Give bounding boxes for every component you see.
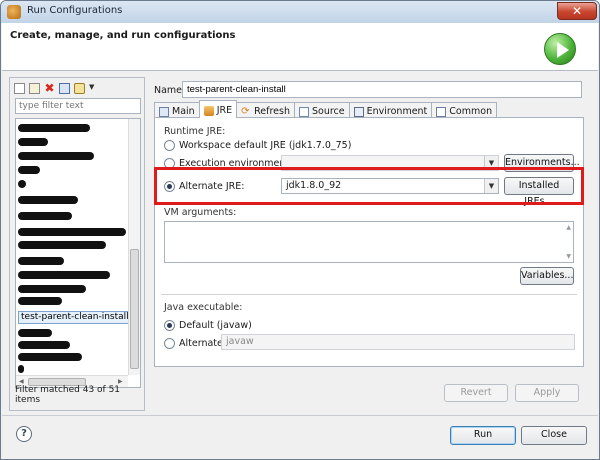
tab-label: Source <box>311 106 345 117</box>
vertical-scroll-thumb[interactable] <box>130 249 139 369</box>
tab-source[interactable]: Source <box>293 102 350 118</box>
window-close-button[interactable]: ✕ <box>557 2 597 20</box>
tab-jre[interactable]: JRE <box>198 100 238 118</box>
apply-button[interactable]: Apply <box>515 384 579 402</box>
close-button[interactable]: Close <box>521 426 587 445</box>
configuration-tree[interactable]: test-parent-clean-install ◀ ▶ <box>15 118 141 388</box>
chevron-down-icon[interactable]: ▼ <box>89 83 96 94</box>
eclipse-app-icon <box>7 5 21 19</box>
jre-tab-icon <box>203 105 214 116</box>
common-tab-icon <box>436 106 447 117</box>
tab-refresh[interactable]: ⟳ Refresh <box>236 102 295 118</box>
tab-common[interactable]: Common <box>431 102 498 118</box>
java-executable-group-title: Java executable: <box>164 302 243 313</box>
workspace-default-label[interactable]: Workspace default JRE (jdk1.7.0_75) <box>179 140 351 151</box>
dialog-banner: Create, manage, and run configurations <box>2 23 598 71</box>
chevron-down-icon[interactable]: ▼ <box>484 156 498 170</box>
title-bar[interactable]: Run Configurations ✕ <box>1 1 599 23</box>
variables-button[interactable]: Variables... <box>520 267 574 285</box>
redacted-list-item[interactable] <box>18 138 48 146</box>
environments-button[interactable]: Environments... <box>504 154 580 172</box>
jre-tab-panel: Runtime JRE: Workspace default JRE (jdk1… <box>154 117 584 367</box>
environment-tab-icon <box>353 106 364 117</box>
name-input[interactable] <box>182 81 582 98</box>
duplicate-icon[interactable] <box>29 82 40 94</box>
source-tab-icon <box>298 106 309 117</box>
config-tabs: Main JRE ⟳ Refresh Source Environment Co… <box>154 100 498 118</box>
list-toolbar: ✖ ▼ <box>14 81 96 95</box>
tab-main[interactable]: Main <box>154 102 200 118</box>
execution-environment-label[interactable]: Execution environment: <box>179 158 292 169</box>
run-icon <box>544 33 576 65</box>
tab-label: Common <box>449 106 493 117</box>
scroll-up-icon[interactable]: ▲ <box>566 224 571 231</box>
new-config-icon[interactable] <box>14 82 25 94</box>
redacted-list-item[interactable] <box>18 212 72 220</box>
vertical-scrollbar[interactable] <box>128 119 140 375</box>
chevron-down-icon[interactable]: ▼ <box>484 179 498 193</box>
alternate-executable-input[interactable]: javaw <box>221 334 575 350</box>
banner-heading: Create, manage, and run configurations <box>10 30 236 41</box>
redacted-list-item[interactable] <box>18 353 82 361</box>
workspace-default-radio[interactable] <box>164 140 175 151</box>
tab-environment[interactable]: Environment <box>348 102 433 118</box>
filter-status: Filter matched 43 of 51 items <box>15 385 121 405</box>
window-title: Run Configurations <box>27 5 123 16</box>
execution-environment-select[interactable]: ▼ <box>281 155 499 171</box>
scroll-left-icon[interactable]: ◀ <box>19 378 24 385</box>
tab-label: Environment <box>366 106 428 117</box>
filter-icon[interactable] <box>74 82 85 94</box>
alternate-executable-label[interactable]: Alternate <box>179 338 223 349</box>
revert-button[interactable]: Revert <box>444 384 508 402</box>
alternate-executable-radio[interactable] <box>164 338 175 349</box>
redacted-list-item[interactable] <box>18 341 70 349</box>
collapse-all-icon[interactable] <box>59 82 70 94</box>
vm-arguments-input[interactable]: ▲ ▼ <box>164 221 574 263</box>
alternate-jre-radio[interactable] <box>164 181 175 192</box>
redacted-list-item[interactable] <box>18 166 40 174</box>
scroll-right-icon[interactable]: ▶ <box>118 378 123 385</box>
redacted-list-item[interactable] <box>18 365 24 373</box>
redacted-list-item[interactable] <box>18 257 64 265</box>
filter-input[interactable] <box>15 98 141 114</box>
redacted-list-item[interactable] <box>18 180 26 188</box>
alternate-jre-label[interactable]: Alternate JRE: <box>179 181 244 192</box>
redacted-list-item[interactable] <box>18 228 126 236</box>
footer-divider <box>2 415 598 416</box>
configuration-list-pane: ✖ ▼ test-parent-clean-install <box>9 77 145 411</box>
tab-label: Refresh <box>254 106 290 117</box>
redacted-list-item[interactable] <box>18 297 62 305</box>
default-javaw-label[interactable]: Default (javaw) <box>179 320 252 331</box>
redacted-list-item[interactable] <box>18 271 110 279</box>
tab-label: JRE <box>216 105 233 116</box>
refresh-tab-icon: ⟳ <box>241 105 250 117</box>
installed-jres-button[interactable]: Installed JREs... <box>504 177 574 207</box>
scroll-down-icon[interactable]: ▼ <box>566 253 571 260</box>
alternate-jre-select[interactable]: jdk1.8.0_92 ▼ <box>281 178 499 194</box>
vm-arguments-label: VM arguments: <box>164 207 237 218</box>
redacted-list-item[interactable] <box>18 285 86 293</box>
name-label: Name: <box>154 85 186 96</box>
help-icon[interactable]: ? <box>16 426 32 442</box>
list-item-selected[interactable]: test-parent-clean-install <box>18 311 132 324</box>
alternate-jre-value: jdk1.8.0_92 <box>286 180 342 191</box>
redacted-list-item[interactable] <box>18 124 90 132</box>
redacted-list-item[interactable] <box>18 241 106 249</box>
run-button[interactable]: Run <box>450 426 516 445</box>
default-javaw-radio[interactable] <box>164 320 175 331</box>
redacted-list-item[interactable] <box>18 152 94 160</box>
execution-environment-radio[interactable] <box>164 158 175 169</box>
tab-label: Main <box>172 106 195 117</box>
run-configurations-dialog: Run Configurations ✕ Create, manage, and… <box>0 0 600 460</box>
redacted-list-item[interactable] <box>18 329 52 337</box>
redacted-list-item[interactable] <box>18 196 78 204</box>
alternate-executable-value: javaw <box>226 336 254 347</box>
delete-icon[interactable]: ✖ <box>44 82 55 94</box>
main-tab-icon <box>159 106 169 117</box>
